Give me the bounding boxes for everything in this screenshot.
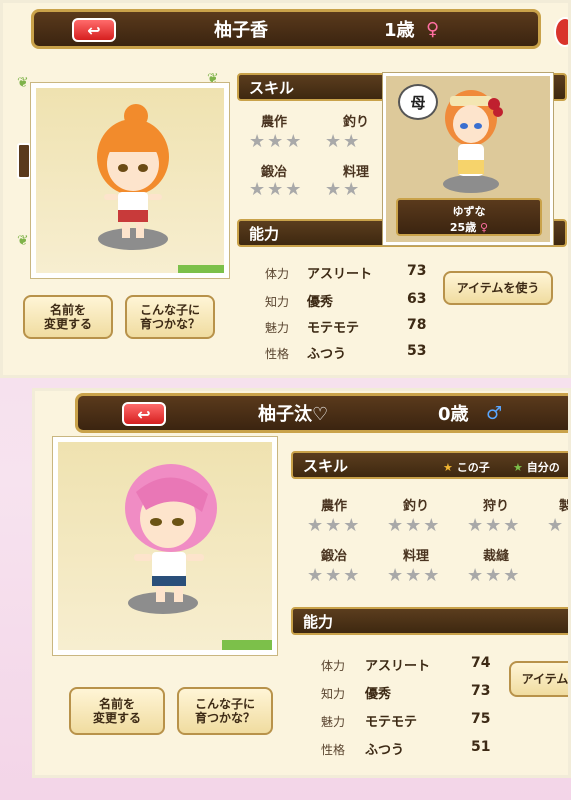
- top-use-item-button[interactable]: アイテムを使う: [443, 271, 553, 305]
- stat-key-charm: 魅力: [321, 715, 346, 729]
- farming-stars: ★★★: [249, 131, 304, 152]
- skill-label-cooking: 料理: [343, 165, 370, 180]
- stat-key-stamina: 体力: [265, 267, 290, 281]
- top-back-button[interactable]: ↩: [72, 18, 116, 42]
- top-character-age: 1歳: [384, 20, 415, 41]
- bottom-character-panel: ↩ 柚子汰♡ 0歳 ♂ スキル ★ この子 ★ 自分の 農作 ★★★ 釣り ★★…: [32, 388, 571, 778]
- stat-key-personality: 性格: [265, 347, 290, 361]
- fishing-stars: ★★★: [387, 515, 442, 536]
- top-right-edge-decoration: [554, 17, 568, 47]
- bottom-ability-header: 能力: [291, 607, 568, 635]
- top-character-portrait: [31, 83, 229, 278]
- green-star-icon: ★: [513, 461, 523, 474]
- bottom-rename-button[interactable]: 名前を 変更する: [69, 687, 165, 735]
- top-character-name: 柚子香: [214, 20, 268, 41]
- stat-name-personality: ふつう: [307, 347, 347, 362]
- stat-name-personality: ふつう: [365, 743, 405, 758]
- stat-name-charm: モテモテ: [307, 321, 360, 336]
- stat-value-stamina: 73: [407, 263, 427, 279]
- stat-value-stamina: 74: [471, 655, 491, 671]
- top-header-bar: ↩ 柚子香 1歳 ♀: [31, 9, 541, 49]
- skill-label-smithing: 鍛冶: [321, 549, 348, 564]
- stat-key-stamina: 体力: [321, 659, 346, 673]
- cooking-stars: ★★: [325, 179, 362, 200]
- bottom-header-bar: ↩ 柚子汰♡ 0歳 ♂: [75, 393, 568, 433]
- bottom-character-portrait: [53, 437, 277, 655]
- smithing-stars: ★★★: [307, 565, 362, 586]
- pink-hair-child-avatar: [125, 464, 217, 602]
- mother-avatar: [443, 90, 503, 193]
- stat-name-charm: モテモテ: [365, 715, 418, 730]
- stat-value-intellect: 73: [471, 683, 491, 699]
- orange-hair-child-avatar: [97, 104, 169, 238]
- stat-key-intellect: 知力: [321, 687, 346, 701]
- crafting-stars: ★: [547, 515, 566, 536]
- skill-label-cooking: 料理: [403, 549, 430, 564]
- back-arrow-icon: ↩: [87, 20, 101, 40]
- ability-title: 能力: [249, 224, 280, 243]
- bottom-skill-header: スキル ★ この子 ★ 自分の: [291, 451, 568, 479]
- mother-card: 母 ゆずな 25歳 ♀: [383, 73, 553, 245]
- stat-key-personality: 性格: [321, 743, 346, 757]
- skill-label-farming: 農作: [321, 499, 348, 514]
- gold-star-icon: ★: [443, 461, 453, 474]
- sewing-stars: ★★★: [467, 565, 522, 586]
- top-rename-button[interactable]: 名前を 変更する: [23, 295, 113, 339]
- stat-value-personality: 51: [471, 739, 491, 755]
- bottom-back-button[interactable]: ↩: [122, 402, 166, 426]
- hunting-stars: ★★★: [467, 515, 522, 536]
- skill-title: スキル: [303, 456, 349, 475]
- top-raise-preview-button[interactable]: こんな子に 育つかな？: [125, 295, 215, 339]
- stat-name-intellect: 優秀: [365, 687, 392, 702]
- bottom-raise-preview-button[interactable]: こんな子に 育つかな？: [177, 687, 273, 735]
- portrait-scroll-tab: [178, 265, 224, 273]
- bottom-use-item-button[interactable]: アイテム: [509, 661, 568, 697]
- skill-label-smithing: 鍛冶: [261, 165, 288, 180]
- legend-this-child: ★ この子: [443, 461, 490, 474]
- stat-value-charm: 78: [407, 317, 427, 333]
- smithing-stars: ★★★: [249, 179, 304, 200]
- stat-value-personality: 53: [407, 343, 427, 359]
- legend-self: ★ 自分の: [513, 461, 560, 474]
- stat-name-intellect: 優秀: [307, 295, 334, 310]
- left-scroll-arrow[interactable]: [17, 143, 31, 179]
- cooking-stars: ★★★: [387, 565, 442, 586]
- mother-age-line: 25歳 ♀: [398, 219, 540, 235]
- stat-value-intellect: 63: [407, 291, 427, 307]
- leaf-icon: ❦: [17, 75, 29, 91]
- top-female-icon: ♀: [426, 18, 440, 40]
- stat-name-stamina: アスリート: [365, 659, 431, 674]
- skill-label-fishing: 釣り: [403, 499, 430, 514]
- skill-label-crafting: 製: [559, 499, 571, 514]
- mother-badge: 母: [398, 84, 438, 120]
- mother-age: 25歳: [449, 221, 477, 234]
- stat-value-charm: 75: [471, 711, 491, 727]
- skill-label-sewing: 裁縫: [483, 549, 510, 564]
- mother-name: ゆずな: [452, 205, 486, 218]
- mother-female-icon: ♀: [480, 221, 489, 234]
- skill-label-farming: 農作: [261, 115, 288, 130]
- skill-label-hunting: 狩り: [483, 499, 510, 514]
- bottom-character-name: 柚子汰♡: [258, 404, 329, 425]
- skill-title: スキル: [249, 78, 295, 97]
- farming-stars: ★★★: [307, 515, 362, 536]
- mother-info-box: ゆずな 25歳 ♀: [396, 198, 542, 236]
- top-character-panel: ↩ 柚子香 1歳 ♀ ❦ ❦ ❦ スキル 農作 ★★★ 釣り ★★ 鍛冶 ★★★…: [0, 0, 571, 378]
- skill-label-fishing: 釣り: [343, 115, 370, 130]
- back-arrow-icon: ↩: [137, 404, 151, 424]
- stat-key-charm: 魅力: [265, 321, 290, 335]
- fishing-stars: ★★: [325, 131, 362, 152]
- bottom-male-icon: ♂: [486, 402, 503, 424]
- stat-key-intellect: 知力: [265, 295, 290, 309]
- bottom-character-age: 0歳: [438, 404, 469, 425]
- portrait-scroll-tab: [222, 640, 272, 650]
- leaf-icon: ❦: [17, 233, 29, 249]
- stat-name-stamina: アスリート: [307, 267, 373, 282]
- ability-title: 能力: [303, 612, 334, 631]
